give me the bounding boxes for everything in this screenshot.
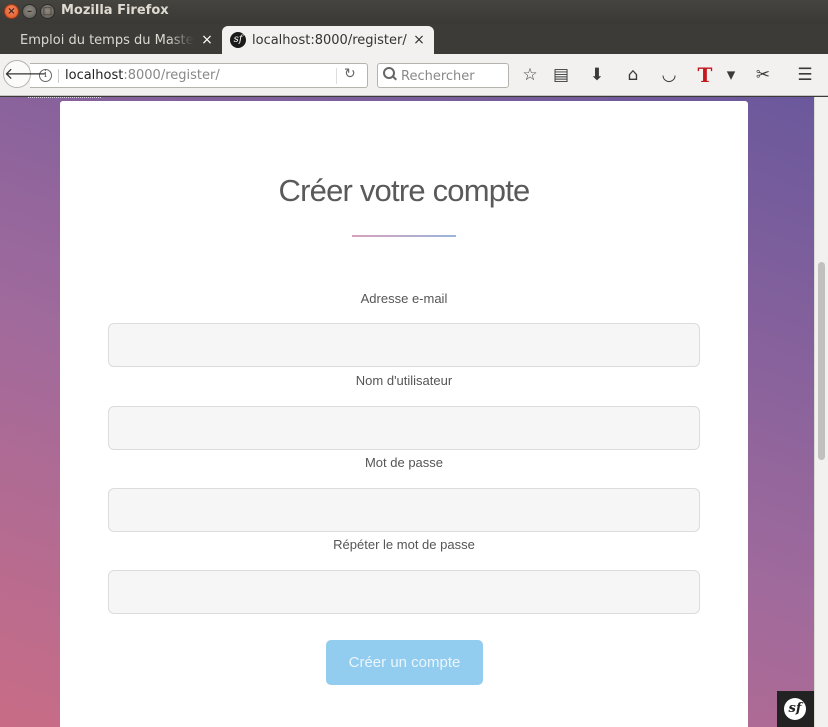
symfony-logo-icon: sf <box>784 698 806 720</box>
scrollbar-thumb[interactable] <box>818 262 825 460</box>
window-minimize-button[interactable]: – <box>22 4 37 19</box>
reload-divider <box>336 68 337 84</box>
tab-label: localhost:8000/register/ <box>252 32 407 48</box>
focus-outline <box>28 97 101 99</box>
tab-register[interactable]: sf localhost:8000/register/ × <box>222 26 434 54</box>
window-maximize-button[interactable]: □ <box>40 4 55 19</box>
search-icon <box>383 67 395 79</box>
url-text[interactable]: localhost:8000/register/ <box>65 68 220 83</box>
reload-icon[interactable]: ↻ <box>344 66 356 82</box>
symfony-favicon-icon: sf <box>230 32 246 48</box>
reading-list-icon[interactable]: ▤ <box>548 62 574 88</box>
url-path: :8000/register/ <box>123 68 220 83</box>
search-bar[interactable] <box>377 63 509 88</box>
email-field[interactable] <box>108 323 700 367</box>
window-titlebar: × – □ Mozilla Firefox <box>0 0 828 24</box>
page-viewport: Créer votre compte Adresse e-mail Nom d'… <box>0 97 828 727</box>
menu-icon[interactable]: ☰ <box>792 62 818 88</box>
email-label: Adresse e-mail <box>360 291 448 306</box>
tab-emploi-du-temps[interactable]: Emploi du temps du Master GI × <box>0 26 222 54</box>
tab-close-icon[interactable]: × <box>200 32 214 48</box>
scrollbar[interactable] <box>814 97 828 727</box>
extension-t-icon[interactable]: T <box>692 62 718 88</box>
create-account-button[interactable]: Créer un compte <box>326 640 483 685</box>
pocket-icon[interactable]: ◡ <box>656 62 682 88</box>
username-label: Nom d'utilisateur <box>355 373 453 388</box>
repeat-password-label: Répéter le mot de passe <box>333 537 475 552</box>
navigation-bar: i localhost:8000/register/ ↻ 🡐 ☆ ▤ ⬇ ⌂ ◡… <box>0 54 828 96</box>
download-icon[interactable]: ⬇ <box>584 62 610 88</box>
window-title: Mozilla Firefox <box>61 3 169 18</box>
search-input[interactable] <box>401 67 505 85</box>
page-title: Créer votre compte <box>278 173 531 208</box>
username-field[interactable] <box>108 406 700 450</box>
bookmark-star-icon[interactable]: ☆ <box>517 62 543 88</box>
window-controls: × – □ <box>4 4 55 19</box>
chevron-down-icon[interactable]: ▾ <box>718 62 744 88</box>
url-divider <box>58 69 59 83</box>
close-icon: × <box>7 6 16 17</box>
url-bar[interactable]: i localhost:8000/register/ ↻ <box>30 63 368 88</box>
password-field[interactable] <box>108 488 700 532</box>
screenshot-icon[interactable]: ✂ <box>750 62 776 88</box>
back-button[interactable]: 🡐 <box>3 60 47 88</box>
url-host: localhost <box>65 68 124 83</box>
title-divider <box>352 235 456 237</box>
maximize-icon: □ <box>42 6 53 17</box>
window-close-button[interactable]: × <box>4 4 19 19</box>
tab-bar: Emploi du temps du Master GI × sf localh… <box>0 24 828 74</box>
symfony-toolbar-button[interactable]: sf <box>777 691 814 727</box>
repeat-password-field[interactable] <box>108 570 700 614</box>
minimize-icon: – <box>27 6 32 17</box>
register-card: Créer votre compte Adresse e-mail Nom d'… <box>60 101 748 727</box>
tab-label: Emploi du temps du Master GI <box>20 32 194 48</box>
tab-close-icon[interactable]: × <box>412 32 426 48</box>
password-label: Mot de passe <box>364 455 444 470</box>
home-icon[interactable]: ⌂ <box>620 62 646 88</box>
